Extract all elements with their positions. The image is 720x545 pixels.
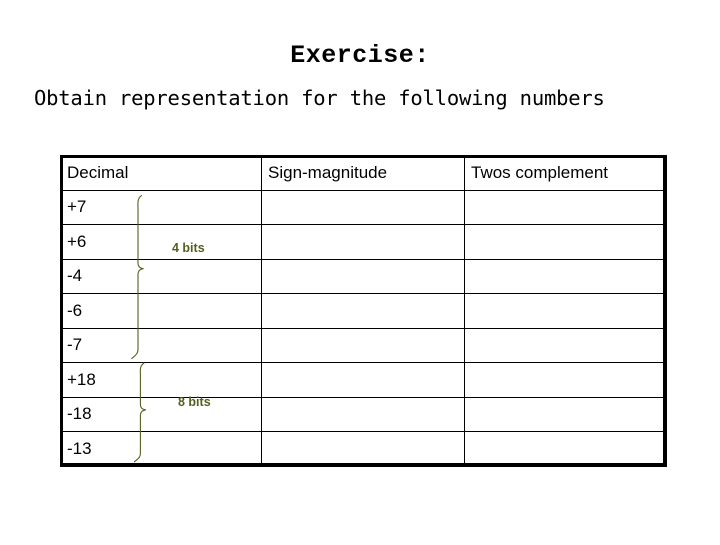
cell-sign-magnitude[interactable]: [261, 258, 465, 294]
table-row: -13: [60, 431, 667, 467]
table-row: -6: [60, 293, 667, 329]
cell-decimal: -13: [60, 431, 262, 467]
cell-sign-magnitude[interactable]: [261, 431, 465, 467]
cell-decimal: +6: [60, 224, 262, 260]
table-row: +7: [60, 189, 667, 225]
cell-decimal: -6: [60, 293, 262, 329]
table-row: -4: [60, 258, 667, 294]
cell-twos-complement[interactable]: [464, 189, 667, 225]
cell-twos-complement[interactable]: [464, 327, 667, 363]
cell-decimal: -7: [60, 327, 262, 363]
representation-table-wrapper: Decimal Sign-magnitude Twos complement +…: [60, 155, 667, 467]
column-header-sign-magnitude: Sign-magnitude: [261, 155, 465, 191]
cell-decimal: -4: [60, 258, 262, 294]
table-row: -18: [60, 396, 667, 432]
cell-sign-magnitude[interactable]: [261, 293, 465, 329]
cell-twos-complement[interactable]: [464, 293, 667, 329]
cell-twos-complement[interactable]: [464, 396, 667, 432]
cell-twos-complement[interactable]: [464, 258, 667, 294]
column-header-twos-complement: Twos complement: [464, 155, 667, 191]
representation-table: Decimal Sign-magnitude Twos complement +…: [60, 155, 667, 467]
page-title: Exercise:: [290, 41, 430, 70]
cell-sign-magnitude[interactable]: [261, 327, 465, 363]
instruction-text: Obtain representation for the following …: [34, 86, 605, 110]
table-row: +18: [60, 362, 667, 398]
table-row: +6: [60, 224, 667, 260]
slide-canvas: Exercise: Obtain representation for the …: [0, 0, 720, 540]
cell-sign-magnitude[interactable]: [261, 224, 465, 260]
cell-sign-magnitude[interactable]: [261, 189, 465, 225]
table-row: -7: [60, 327, 667, 363]
cell-decimal: +7: [60, 189, 262, 225]
cell-sign-magnitude[interactable]: [261, 396, 465, 432]
cell-decimal: +18: [60, 362, 262, 398]
column-header-decimal: Decimal: [60, 155, 262, 191]
cell-twos-complement[interactable]: [464, 362, 667, 398]
table-header-row: Decimal Sign-magnitude Twos complement: [60, 155, 667, 191]
cell-sign-magnitude[interactable]: [261, 362, 465, 398]
cell-twos-complement[interactable]: [464, 431, 667, 467]
cell-twos-complement[interactable]: [464, 224, 667, 260]
cell-decimal: -18: [60, 396, 262, 432]
